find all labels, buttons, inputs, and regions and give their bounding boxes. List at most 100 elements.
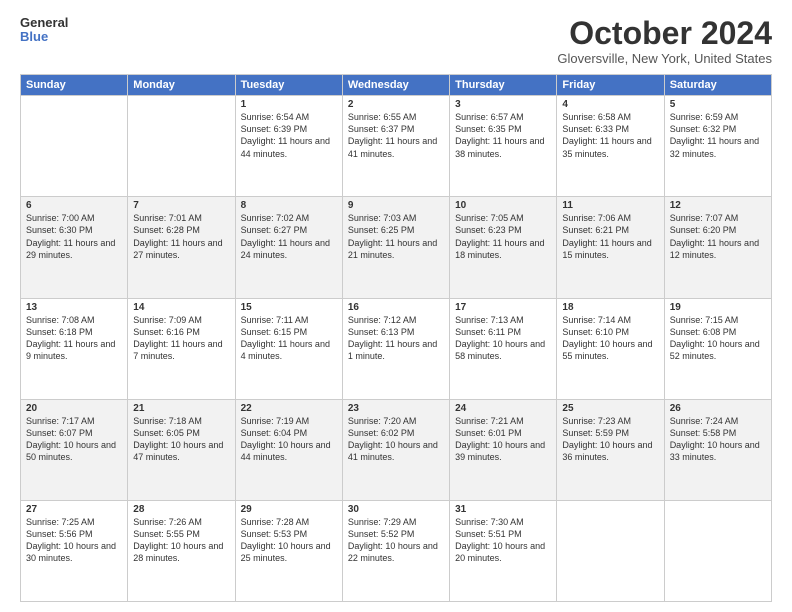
day-info: Sunrise: 7:07 AM Sunset: 6:20 PM Dayligh… — [670, 212, 766, 261]
day-number: 15 — [241, 302, 337, 313]
day-number: 19 — [670, 302, 766, 313]
day-cell: 14Sunrise: 7:09 AM Sunset: 6:16 PM Dayli… — [128, 298, 235, 399]
page: General Blue General Blue October 2024 G… — [0, 0, 792, 612]
weekday-header-wednesday: Wednesday — [342, 75, 449, 96]
day-number: 25 — [562, 403, 658, 414]
week-row-1: 1Sunrise: 6:54 AM Sunset: 6:39 PM Daylig… — [21, 96, 772, 197]
day-number: 23 — [348, 403, 444, 414]
day-cell: 20Sunrise: 7:17 AM Sunset: 6:07 PM Dayli… — [21, 399, 128, 500]
day-cell: 17Sunrise: 7:13 AM Sunset: 6:11 PM Dayli… — [450, 298, 557, 399]
day-cell — [128, 96, 235, 197]
day-number: 8 — [241, 200, 337, 211]
day-cell: 15Sunrise: 7:11 AM Sunset: 6:15 PM Dayli… — [235, 298, 342, 399]
day-number: 4 — [562, 99, 658, 110]
day-info: Sunrise: 7:09 AM Sunset: 6:16 PM Dayligh… — [133, 314, 229, 363]
day-info: Sunrise: 7:24 AM Sunset: 5:58 PM Dayligh… — [670, 415, 766, 464]
day-info: Sunrise: 6:58 AM Sunset: 6:33 PM Dayligh… — [562, 111, 658, 160]
day-number: 28 — [133, 504, 229, 515]
day-info: Sunrise: 7:05 AM Sunset: 6:23 PM Dayligh… — [455, 212, 551, 261]
calendar: SundayMondayTuesdayWednesdayThursdayFrid… — [20, 74, 772, 602]
day-number: 21 — [133, 403, 229, 414]
day-cell: 18Sunrise: 7:14 AM Sunset: 6:10 PM Dayli… — [557, 298, 664, 399]
day-cell: 9Sunrise: 7:03 AM Sunset: 6:25 PM Daylig… — [342, 197, 449, 298]
day-info: Sunrise: 7:06 AM Sunset: 6:21 PM Dayligh… — [562, 212, 658, 261]
day-number: 5 — [670, 99, 766, 110]
weekday-header-thursday: Thursday — [450, 75, 557, 96]
day-cell: 28Sunrise: 7:26 AM Sunset: 5:55 PM Dayli… — [128, 500, 235, 601]
day-info: Sunrise: 7:25 AM Sunset: 5:56 PM Dayligh… — [26, 516, 122, 565]
header: General Blue General Blue October 2024 G… — [20, 16, 772, 66]
day-cell: 4Sunrise: 6:58 AM Sunset: 6:33 PM Daylig… — [557, 96, 664, 197]
day-cell: 5Sunrise: 6:59 AM Sunset: 6:32 PM Daylig… — [664, 96, 771, 197]
day-number: 20 — [26, 403, 122, 414]
day-info: Sunrise: 7:14 AM Sunset: 6:10 PM Dayligh… — [562, 314, 658, 363]
day-number: 7 — [133, 200, 229, 211]
day-info: Sunrise: 6:59 AM Sunset: 6:32 PM Dayligh… — [670, 111, 766, 160]
day-number: 17 — [455, 302, 551, 313]
weekday-header-friday: Friday — [557, 75, 664, 96]
week-row-5: 27Sunrise: 7:25 AM Sunset: 5:56 PM Dayli… — [21, 500, 772, 601]
weekday-header-monday: Monday — [128, 75, 235, 96]
day-info: Sunrise: 7:13 AM Sunset: 6:11 PM Dayligh… — [455, 314, 551, 363]
day-info: Sunrise: 7:03 AM Sunset: 6:25 PM Dayligh… — [348, 212, 444, 261]
weekday-header-tuesday: Tuesday — [235, 75, 342, 96]
day-info: Sunrise: 7:23 AM Sunset: 5:59 PM Dayligh… — [562, 415, 658, 464]
day-number: 31 — [455, 504, 551, 515]
day-cell: 7Sunrise: 7:01 AM Sunset: 6:28 PM Daylig… — [128, 197, 235, 298]
day-info: Sunrise: 7:00 AM Sunset: 6:30 PM Dayligh… — [26, 212, 122, 261]
day-info: Sunrise: 7:01 AM Sunset: 6:28 PM Dayligh… — [133, 212, 229, 261]
day-cell: 3Sunrise: 6:57 AM Sunset: 6:35 PM Daylig… — [450, 96, 557, 197]
day-info: Sunrise: 7:19 AM Sunset: 6:04 PM Dayligh… — [241, 415, 337, 464]
day-number: 27 — [26, 504, 122, 515]
day-info: Sunrise: 7:17 AM Sunset: 6:07 PM Dayligh… — [26, 415, 122, 464]
day-info: Sunrise: 7:26 AM Sunset: 5:55 PM Dayligh… — [133, 516, 229, 565]
day-info: Sunrise: 7:11 AM Sunset: 6:15 PM Dayligh… — [241, 314, 337, 363]
day-cell: 24Sunrise: 7:21 AM Sunset: 6:01 PM Dayli… — [450, 399, 557, 500]
location: Gloversville, New York, United States — [557, 51, 772, 66]
day-info: Sunrise: 6:57 AM Sunset: 6:35 PM Dayligh… — [455, 111, 551, 160]
day-info: Sunrise: 7:29 AM Sunset: 5:52 PM Dayligh… — [348, 516, 444, 565]
day-info: Sunrise: 7:08 AM Sunset: 6:18 PM Dayligh… — [26, 314, 122, 363]
logo: General Blue General Blue — [20, 16, 68, 45]
day-cell: 30Sunrise: 7:29 AM Sunset: 5:52 PM Dayli… — [342, 500, 449, 601]
logo-general: General — [20, 16, 68, 30]
day-number: 29 — [241, 504, 337, 515]
day-info: Sunrise: 7:15 AM Sunset: 6:08 PM Dayligh… — [670, 314, 766, 363]
week-row-2: 6Sunrise: 7:00 AM Sunset: 6:30 PM Daylig… — [21, 197, 772, 298]
day-cell: 19Sunrise: 7:15 AM Sunset: 6:08 PM Dayli… — [664, 298, 771, 399]
day-cell — [21, 96, 128, 197]
day-info: Sunrise: 7:18 AM Sunset: 6:05 PM Dayligh… — [133, 415, 229, 464]
day-number: 11 — [562, 200, 658, 211]
day-cell: 27Sunrise: 7:25 AM Sunset: 5:56 PM Dayli… — [21, 500, 128, 601]
day-cell: 12Sunrise: 7:07 AM Sunset: 6:20 PM Dayli… — [664, 197, 771, 298]
day-number: 30 — [348, 504, 444, 515]
day-number: 13 — [26, 302, 122, 313]
day-info: Sunrise: 6:54 AM Sunset: 6:39 PM Dayligh… — [241, 111, 337, 160]
week-row-4: 20Sunrise: 7:17 AM Sunset: 6:07 PM Dayli… — [21, 399, 772, 500]
day-number: 6 — [26, 200, 122, 211]
day-number: 24 — [455, 403, 551, 414]
day-cell: 10Sunrise: 7:05 AM Sunset: 6:23 PM Dayli… — [450, 197, 557, 298]
day-cell: 6Sunrise: 7:00 AM Sunset: 6:30 PM Daylig… — [21, 197, 128, 298]
day-cell: 31Sunrise: 7:30 AM Sunset: 5:51 PM Dayli… — [450, 500, 557, 601]
day-cell: 11Sunrise: 7:06 AM Sunset: 6:21 PM Dayli… — [557, 197, 664, 298]
day-number: 1 — [241, 99, 337, 110]
day-number: 14 — [133, 302, 229, 313]
day-info: Sunrise: 7:30 AM Sunset: 5:51 PM Dayligh… — [455, 516, 551, 565]
day-cell — [664, 500, 771, 601]
day-cell: 1Sunrise: 6:54 AM Sunset: 6:39 PM Daylig… — [235, 96, 342, 197]
week-row-3: 13Sunrise: 7:08 AM Sunset: 6:18 PM Dayli… — [21, 298, 772, 399]
day-number: 3 — [455, 99, 551, 110]
day-number: 26 — [670, 403, 766, 414]
weekday-header-sunday: Sunday — [21, 75, 128, 96]
day-cell: 21Sunrise: 7:18 AM Sunset: 6:05 PM Dayli… — [128, 399, 235, 500]
day-info: Sunrise: 7:21 AM Sunset: 6:01 PM Dayligh… — [455, 415, 551, 464]
day-cell: 29Sunrise: 7:28 AM Sunset: 5:53 PM Dayli… — [235, 500, 342, 601]
day-cell: 23Sunrise: 7:20 AM Sunset: 6:02 PM Dayli… — [342, 399, 449, 500]
day-info: Sunrise: 7:20 AM Sunset: 6:02 PM Dayligh… — [348, 415, 444, 464]
day-cell: 8Sunrise: 7:02 AM Sunset: 6:27 PM Daylig… — [235, 197, 342, 298]
day-cell: 22Sunrise: 7:19 AM Sunset: 6:04 PM Dayli… — [235, 399, 342, 500]
weekday-header-saturday: Saturday — [664, 75, 771, 96]
title-block: October 2024 Gloversville, New York, Uni… — [557, 16, 772, 66]
weekday-header-row: SundayMondayTuesdayWednesdayThursdayFrid… — [21, 75, 772, 96]
